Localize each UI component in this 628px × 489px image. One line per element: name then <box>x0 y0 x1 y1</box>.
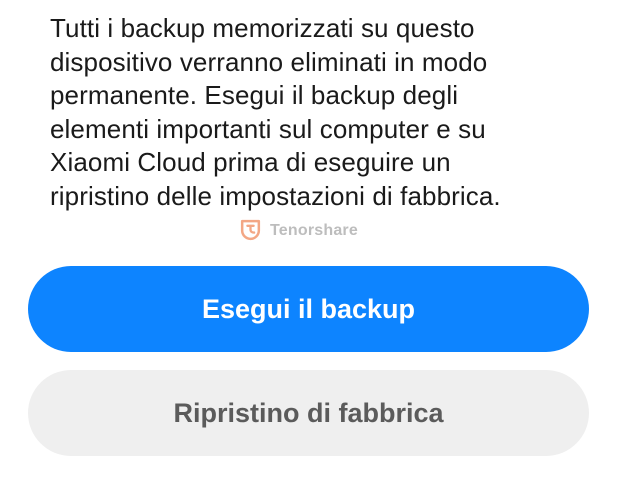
watermark: Tenorshare <box>238 218 358 243</box>
message-line: ripristino delle impostazioni di fabbric… <box>50 180 501 211</box>
backup-button[interactable]: Esegui il backup <box>28 266 589 352</box>
dialog: Tutti i backup memorizzati su questo dis… <box>0 0 628 489</box>
watermark-text: Tenorshare <box>270 221 358 239</box>
message-line: dispositivo verranno eliminati in modo <box>50 46 488 77</box>
message-line: elementi importanti sul computer e su <box>50 113 486 144</box>
tenorshare-logo-icon <box>240 219 261 240</box>
message-line: permanente. Esegui il backup degli <box>50 80 459 110</box>
warning-message: Tutti i backup memorizzati su questo dis… <box>50 12 610 213</box>
message-line: Tutti i backup memorizzati su questo <box>50 13 475 43</box>
message-line: Xiaomi Cloud prima di eseguire un <box>50 147 451 177</box>
factory-reset-button[interactable]: Ripristino di fabbrica <box>28 370 589 456</box>
